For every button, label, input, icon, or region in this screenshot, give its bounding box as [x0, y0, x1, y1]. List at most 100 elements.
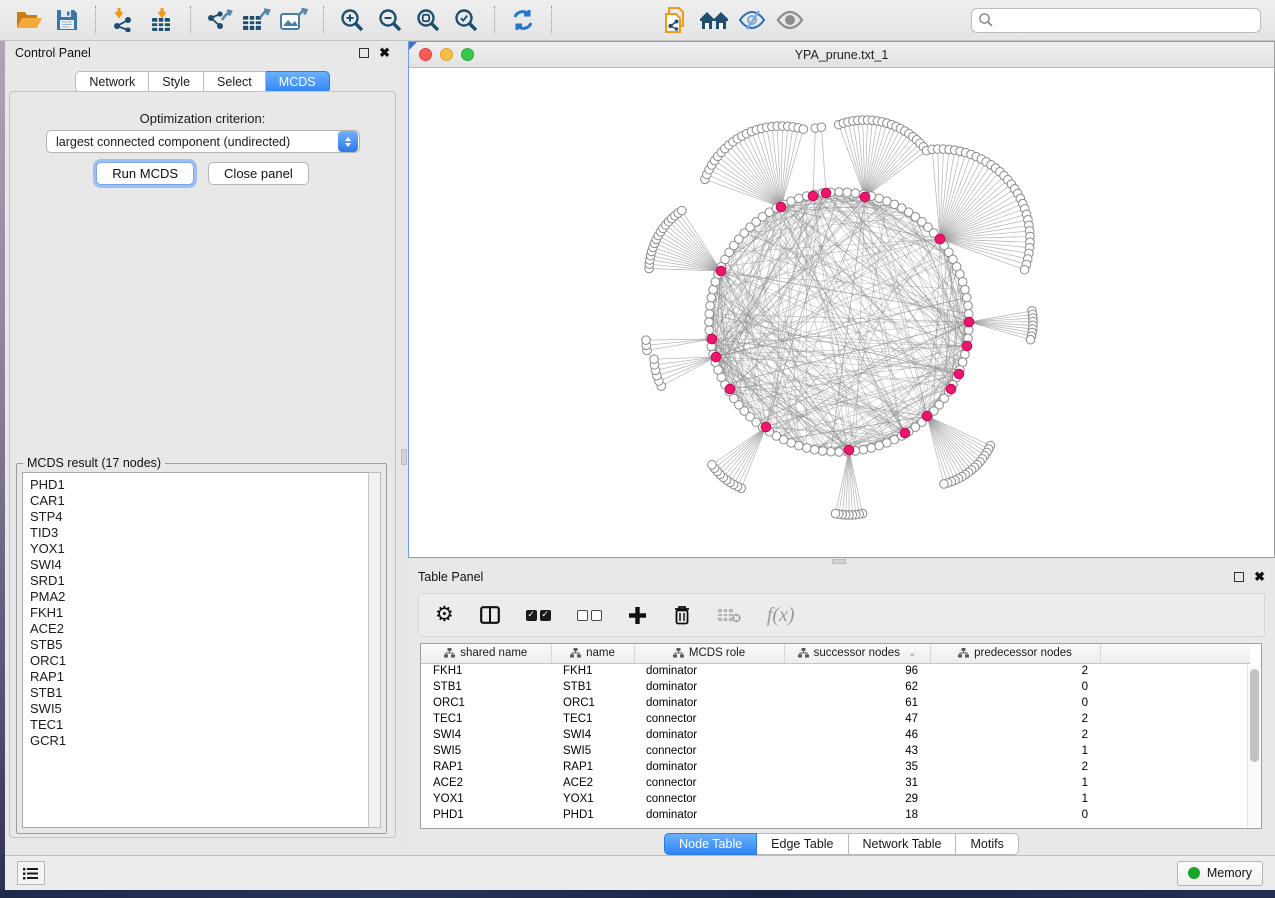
mcds-result-item[interactable]: YOX1 [30, 541, 380, 557]
table-tab-network-table[interactable]: Network Table [849, 833, 957, 855]
network-canvas[interactable] [409, 68, 1274, 557]
cell-predecessor-nodes[interactable]: 2 [930, 727, 1100, 743]
tab-select[interactable]: Select [204, 71, 266, 93]
mcds-result-item[interactable]: SRD1 [30, 573, 380, 589]
mcds-result-item[interactable]: TID3 [30, 525, 380, 541]
mcds-result-item[interactable]: STB5 [30, 637, 380, 653]
mcds-result-item[interactable]: SWI4 [30, 557, 380, 573]
mcds-result-item[interactable]: SWI5 [30, 701, 380, 717]
column-header-name[interactable]: name [551, 644, 634, 663]
table-settings-gear-icon[interactable]: ⚙ [435, 605, 454, 625]
import-network-icon[interactable] [107, 4, 141, 36]
task-history-list-icon[interactable] [17, 861, 45, 885]
cell-shared-name[interactable]: TEC1 [421, 711, 551, 727]
cell-shared-name[interactable]: STB1 [421, 679, 551, 695]
close-panel-icon[interactable]: ✖ [379, 48, 390, 58]
cell-MCDS-role[interactable]: connector [634, 775, 784, 791]
cell-shared-name[interactable]: SWI5 [421, 743, 551, 759]
mcds-result-item[interactable]: FKH1 [30, 605, 380, 621]
cell-successor-nodes[interactable]: 29 [784, 791, 930, 807]
cell-name[interactable]: FKH1 [551, 663, 634, 679]
mcds-result-item[interactable]: PHD1 [30, 477, 380, 493]
table-scrollbar[interactable] [1247, 665, 1260, 827]
function-builder-icon[interactable]: f(x) [767, 604, 795, 627]
cell-name[interactable]: ORC1 [551, 695, 634, 711]
cell-name[interactable]: SWI5 [551, 743, 634, 759]
cell-name[interactable]: RAP1 [551, 759, 634, 775]
cell-name[interactable]: YOX1 [551, 791, 634, 807]
cell-predecessor-nodes[interactable]: 0 [930, 807, 1100, 823]
column-header-successor-nodes[interactable]: successor nodes⌄ [784, 644, 930, 663]
table-row[interactable]: FKH1FKH1dominator962 [421, 663, 1250, 679]
column-header-predecessor-nodes[interactable]: predecessor nodes [930, 644, 1100, 663]
cell-predecessor-nodes[interactable]: 1 [930, 775, 1100, 791]
run-mcds-button[interactable]: Run MCDS [96, 162, 194, 185]
cell-MCDS-role[interactable]: dominator [634, 679, 784, 695]
cell-shared-name[interactable]: RAP1 [421, 759, 551, 775]
cell-shared-name[interactable]: ACE2 [421, 775, 551, 791]
splitter-grip[interactable] [832, 559, 846, 564]
select-all-columns-icon[interactable] [526, 610, 551, 621]
cell-predecessor-nodes[interactable]: 1 [930, 743, 1100, 759]
network-window-titlebar[interactable]: YPA_prune.txt_1 [409, 42, 1274, 68]
cell-shared-name[interactable]: ORC1 [421, 695, 551, 711]
cell-successor-nodes[interactable]: 43 [784, 743, 930, 759]
cell-name[interactable]: STB1 [551, 679, 634, 695]
create-column-plus-icon[interactable] [628, 606, 647, 625]
float-window-icon[interactable] [1234, 572, 1244, 582]
search-input[interactable] [994, 10, 1254, 30]
close-panel-icon[interactable]: ✖ [1254, 572, 1265, 582]
mcds-result-item[interactable]: ACE2 [30, 621, 380, 637]
mcds-list-scrollbar[interactable] [368, 472, 381, 828]
import-table-icon[interactable] [145, 4, 179, 36]
export-table-icon[interactable] [240, 4, 274, 36]
mcds-result-item[interactable]: PMA2 [30, 589, 380, 605]
table-row[interactable]: ORC1ORC1dominator610 [421, 695, 1250, 711]
cell-predecessor-nodes[interactable]: 0 [930, 695, 1100, 711]
new-network-icon[interactable] [659, 4, 693, 36]
cell-successor-nodes[interactable]: 47 [784, 711, 930, 727]
zoom-fit-icon[interactable] [411, 4, 445, 36]
cell-MCDS-role[interactable]: connector [634, 791, 784, 807]
export-image-icon[interactable] [278, 4, 312, 36]
cell-shared-name[interactable]: FKH1 [421, 663, 551, 679]
table-row[interactable]: SWI5SWI5connector431 [421, 743, 1250, 759]
cell-predecessor-nodes[interactable]: 1 [930, 791, 1100, 807]
tab-mcds[interactable]: MCDS [266, 71, 330, 93]
table-tab-motifs[interactable]: Motifs [956, 833, 1018, 855]
splitter-grip[interactable] [401, 449, 407, 465]
cell-MCDS-role[interactable]: connector [634, 711, 784, 727]
column-header-MCDS-role[interactable]: MCDS role [634, 644, 784, 663]
cell-predecessor-nodes[interactable]: 2 [930, 759, 1100, 775]
column-header-shared-name[interactable]: shared name [421, 644, 551, 663]
cell-successor-nodes[interactable]: 96 [784, 663, 930, 679]
mcds-result-item[interactable]: CAR1 [30, 493, 380, 509]
cell-successor-nodes[interactable]: 61 [784, 695, 930, 711]
cell-MCDS-role[interactable]: dominator [634, 759, 784, 775]
zoom-out-icon[interactable] [373, 4, 407, 36]
mcds-result-item[interactable]: STP4 [30, 509, 380, 525]
delete-column-trash-icon[interactable] [673, 605, 691, 625]
node-table[interactable]: shared namenameMCDS rolesuccessor nodes⌄… [421, 644, 1250, 823]
network-graph[interactable] [409, 68, 1274, 557]
table-row[interactable]: YOX1YOX1connector291 [421, 791, 1250, 807]
table-row[interactable]: SWI4SWI4dominator462 [421, 727, 1250, 743]
cell-shared-name[interactable]: YOX1 [421, 791, 551, 807]
delete-table-icon[interactable] [717, 607, 741, 623]
table-row[interactable]: TEC1TEC1connector472 [421, 711, 1250, 727]
cell-MCDS-role[interactable]: dominator [634, 727, 784, 743]
close-panel-button[interactable]: Close panel [208, 162, 309, 185]
cell-MCDS-role[interactable]: connector [634, 743, 784, 759]
apply-layout-icon[interactable] [506, 4, 540, 36]
cell-successor-nodes[interactable]: 62 [784, 679, 930, 695]
cell-MCDS-role[interactable]: dominator [634, 807, 784, 823]
vertical-splitter[interactable] [400, 41, 408, 855]
cell-successor-nodes[interactable]: 46 [784, 727, 930, 743]
table-row[interactable]: STB1STB1dominator620 [421, 679, 1250, 695]
cell-name[interactable]: SWI4 [551, 727, 634, 743]
houses-icon[interactable] [697, 4, 731, 36]
mcds-result-item[interactable]: RAP1 [30, 669, 380, 685]
horizontal-splitter[interactable] [408, 558, 1275, 565]
show-columns-icon[interactable] [480, 606, 500, 624]
table-row[interactable]: ACE2ACE2connector311 [421, 775, 1250, 791]
